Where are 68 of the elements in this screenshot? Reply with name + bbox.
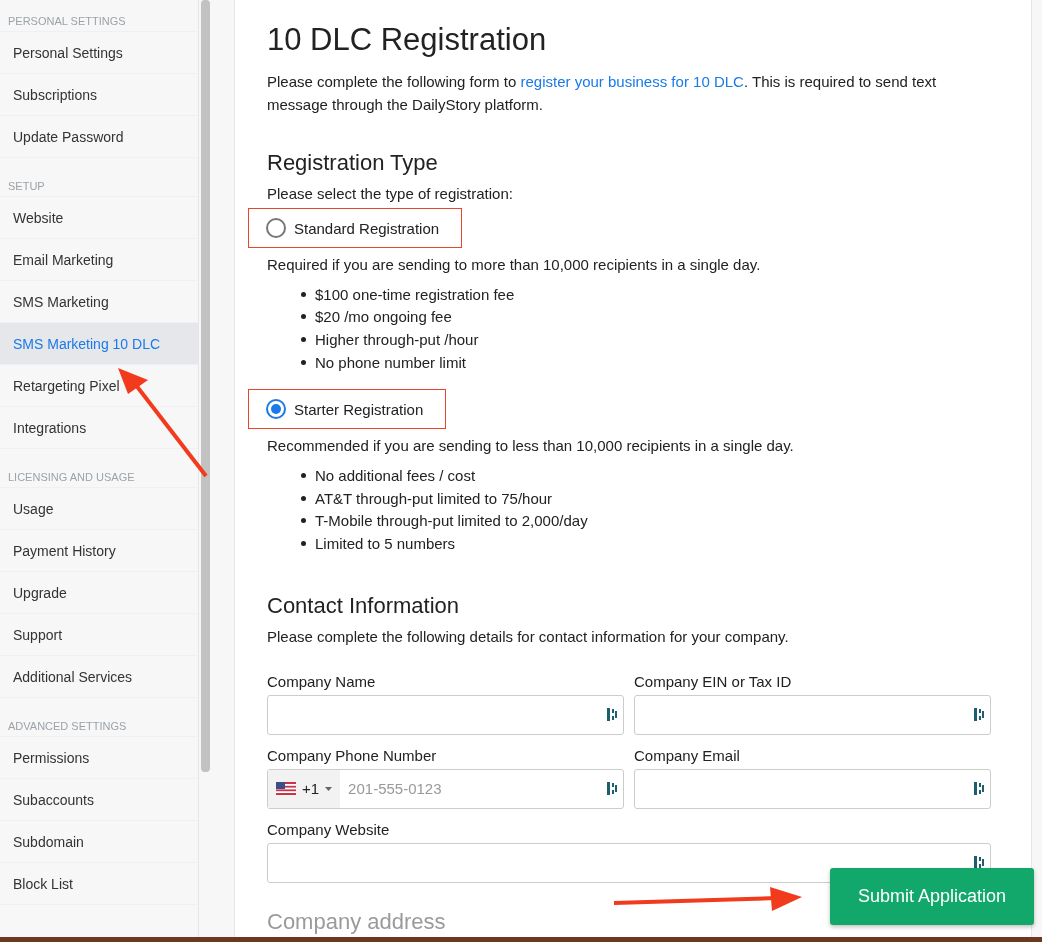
password-manager-icon[interactable]	[974, 855, 984, 871]
input-field[interactable]	[634, 768, 991, 809]
sidebar-section-heading: ADVANCED SETTINGS	[8, 720, 127, 732]
section-heading: Registration Type	[267, 150, 439, 176]
bullet-icon	[301, 291, 306, 297]
bullet-text: Limited to 5 numbers	[315, 534, 456, 552]
password-manager-icon[interactable]	[974, 781, 984, 797]
bullet-text: No additional fees / cost	[315, 467, 476, 485]
section-heading: Contact Information	[267, 592, 460, 619]
bullet-icon	[301, 337, 306, 342]
page-title: 10 DLC Registration	[267, 22, 548, 58]
scrollbar-thumb[interactable]	[201, 0, 210, 772]
option-description: Required if you are sending to more than 10,000 recipients in a single day.	[267, 256, 762, 273]
sidebar-section-heading: PERSONAL SETTINGS	[8, 15, 126, 27]
section-prompt: Please complete the following details for contact information for your company.	[267, 627, 790, 645]
sidebar-section-heading: LICENSING AND USAGE	[8, 471, 135, 483]
sidebar-item[interactable]: Permissions	[0, 737, 198, 779]
sidebar-item[interactable]: Subdomain	[0, 821, 198, 863]
sidebar-section-heading: SETUP	[8, 180, 45, 192]
radio-button[interactable]	[266, 399, 286, 420]
bullet-text: $20 /mo ongoing fee	[315, 308, 452, 326]
sidebar-item[interactable]: Website	[0, 197, 198, 239]
bullet-icon	[301, 540, 306, 546]
bullet-text: $100 one-time registration fee	[315, 285, 515, 303]
radio-option[interactable]: Standard Registration	[248, 208, 463, 248]
sidebar-item[interactable]: Personal Settings	[0, 32, 198, 74]
sidebar-item[interactable]: Email Marketing	[0, 239, 198, 281]
input-field[interactable]	[634, 694, 991, 735]
field-label: Company Name	[267, 672, 377, 690]
sidebar-item[interactable]: Support	[0, 614, 198, 656]
sidebar-item[interactable]: Integrations	[0, 407, 198, 449]
sidebar-item[interactable]: Payment History	[0, 530, 198, 572]
bullet-icon	[301, 359, 306, 365]
bullet-text: T-Mobile through-put limited to 2,000/day	[315, 512, 588, 530]
sidebar-item[interactable]: Upgrade	[0, 572, 198, 614]
sidebar-item[interactable]: Additional Services	[0, 656, 198, 698]
field-label: Company EIN or Tax ID	[634, 672, 793, 690]
section-heading: Company address	[267, 908, 447, 935]
field-label: Company Email	[634, 746, 741, 764]
caret-icon	[325, 786, 333, 791]
sidebar-item[interactable]: Subaccounts	[0, 779, 198, 821]
intro-text: Please complete the following form to register your business for 10 DLC. This is required to send text message through the DailyStory platform.	[267, 72, 938, 115]
sidebar-item[interactable]: Subscriptions	[0, 74, 198, 116]
bullet-text: AT&T through-put limited to 75/hour	[315, 489, 553, 507]
radio-button[interactable]	[266, 218, 286, 238]
field-label: Company Website	[267, 820, 391, 838]
bullet-icon	[301, 495, 306, 501]
bullet-icon	[301, 473, 306, 479]
password-manager-icon[interactable]	[607, 781, 617, 797]
password-manager-icon[interactable]	[607, 707, 617, 723]
input-field[interactable]: +1 201-555-0123	[267, 768, 624, 809]
bullet-text: No phone number limit	[315, 353, 466, 371]
flag-icon	[276, 782, 296, 796]
field-label: Company Phone Number	[267, 746, 438, 764]
register-link[interactable]: register your business for 10 DLC	[520, 73, 744, 90]
password-manager-icon[interactable]	[974, 707, 984, 723]
section-prompt: Please select the type of registration:	[267, 185, 514, 202]
sidebar-item[interactable]: Block List	[0, 863, 198, 905]
sidebar-item[interactable]: SMS Marketing 10 DLC	[0, 323, 198, 365]
bullet-text: Higher through-put /hour	[315, 331, 479, 348]
country-select[interactable]: +1	[268, 769, 341, 808]
sidebar-item[interactable]: Usage	[0, 488, 198, 530]
radio-option[interactable]: Starter Registration	[248, 389, 447, 430]
input-field[interactable]	[267, 694, 624, 735]
bullet-icon	[301, 518, 306, 524]
option-description: Recommended if you are sending to less than 10,000 recipients in a single day.	[267, 437, 795, 455]
sidebar-item[interactable]: Update Password	[0, 116, 198, 158]
bullet-icon	[301, 314, 306, 320]
